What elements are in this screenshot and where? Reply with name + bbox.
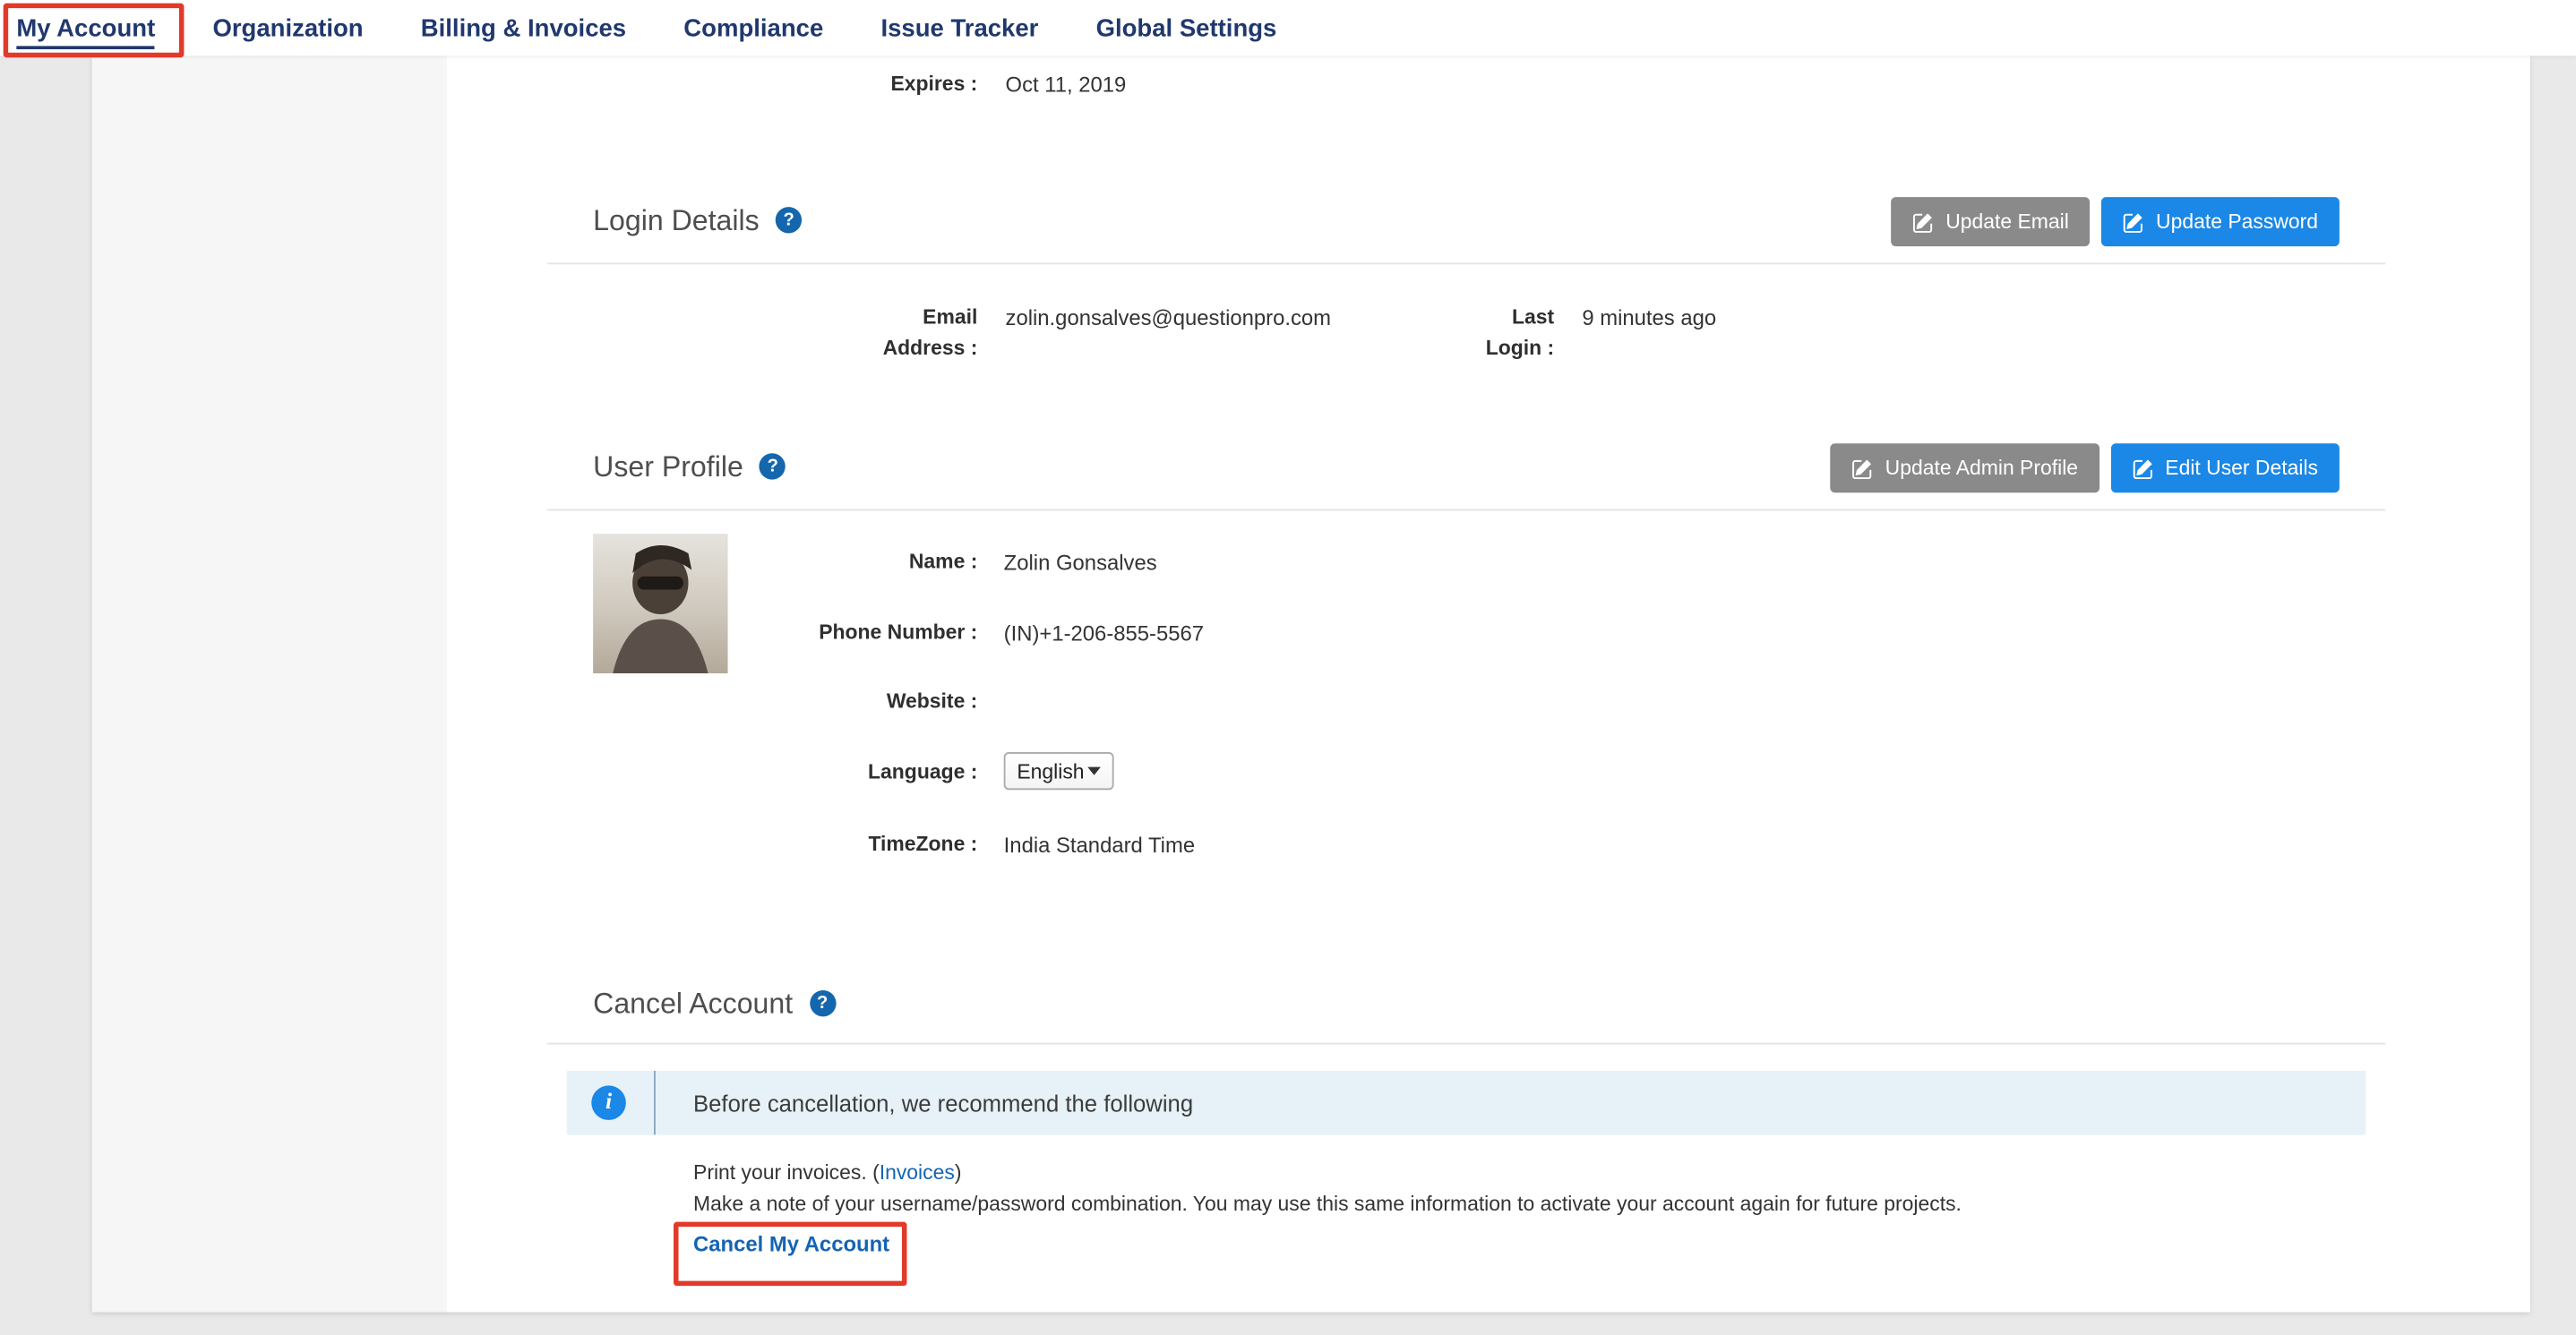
info-icon: i — [591, 1085, 626, 1120]
divider — [547, 509, 2385, 511]
phone-label: Phone Number : — [447, 618, 977, 649]
timezone-value: India Standard Time — [1004, 829, 1195, 860]
phone-value: (IN)+1-206-855-5567 — [1004, 618, 1204, 649]
tab-compliance[interactable]: Compliance — [683, 0, 823, 56]
cancel-account-header: Cancel Account ? — [593, 984, 836, 1023]
update-password-button[interactable]: Update Password — [2102, 197, 2340, 246]
cancel-info-heading: Before cancellation, we recommend the fo… — [693, 1071, 1193, 1135]
invoices-note: Print your invoices. (Invoices) — [693, 1158, 961, 1189]
user-profile-title: User Profile — [593, 449, 743, 484]
user-profile-header: User Profile ? — [593, 447, 786, 486]
language-select[interactable]: English — [1004, 752, 1114, 790]
label-line: Email — [923, 305, 977, 329]
note-text: Print your invoices. ( — [693, 1161, 880, 1185]
note-text: ) — [955, 1161, 962, 1185]
user-profile-actions: Update Admin Profile Edit User Details — [1831, 443, 2340, 492]
edit-icon — [2123, 211, 2144, 233]
cancel-account-title: Cancel Account — [593, 986, 793, 1021]
cancel-info-box: i Before cancellation, we recommend the … — [567, 1071, 2366, 1135]
help-icon[interactable]: ? — [776, 207, 802, 233]
help-icon[interactable]: ? — [810, 990, 836, 1016]
expires-value: Oct 11, 2019 — [1006, 69, 1127, 100]
name-value: Zolin Gonsalves — [1004, 547, 1157, 578]
divider — [654, 1071, 656, 1135]
tab-label: Issue Tracker — [880, 14, 1038, 42]
expires-label: Expires : — [447, 69, 977, 100]
name-label: Name : — [447, 547, 977, 578]
edit-icon — [2133, 458, 2154, 479]
tab-global-settings[interactable]: Global Settings — [1096, 0, 1277, 56]
tab-label: Organization — [212, 14, 363, 42]
edit-user-details-button[interactable]: Edit User Details — [2111, 443, 2340, 492]
invoices-link[interactable]: Invoices — [880, 1161, 955, 1185]
language-select-value: English — [1017, 759, 1084, 783]
email-address-value: zolin.gonsalves@questionpro.com — [1006, 302, 1332, 333]
top-navigation: My Account Organization Billing & Invoic… — [0, 0, 2576, 56]
tab-label: Compliance — [683, 14, 823, 42]
button-label: Update Email — [1945, 210, 2069, 234]
button-label: Update Admin Profile — [1885, 457, 2078, 480]
tab-label: Billing & Invoices — [421, 14, 626, 42]
divider — [547, 1043, 2385, 1045]
login-details-actions: Update Email Update Password — [1892, 197, 2340, 246]
edit-icon — [1852, 458, 1874, 479]
button-label: Edit User Details — [2165, 457, 2318, 480]
timezone-label: TimeZone : — [447, 829, 977, 860]
account-content: Expires : Oct 11, 2019 Login Details ? U… — [447, 56, 2530, 1312]
label-line: Address : — [883, 337, 978, 360]
help-icon[interactable]: ? — [760, 453, 786, 479]
update-admin-profile-button[interactable]: Update Admin Profile — [1831, 443, 2099, 492]
update-email-button[interactable]: Update Email — [1892, 197, 2091, 246]
tab-organization[interactable]: Organization — [212, 0, 363, 56]
chevron-down-icon — [1087, 767, 1101, 775]
tab-label: Global Settings — [1096, 14, 1277, 42]
edit-icon — [1913, 211, 1935, 233]
website-label: Website : — [447, 687, 977, 718]
username-note: Make a note of your username/password co… — [693, 1189, 1962, 1220]
label-line: Last — [1512, 305, 1554, 329]
label-line: Login : — [1486, 337, 1554, 360]
tab-billing-invoices[interactable]: Billing & Invoices — [421, 0, 626, 56]
login-details-header: Login Details ? — [593, 201, 802, 240]
language-label: Language : — [447, 757, 977, 789]
tab-issue-tracker[interactable]: Issue Tracker — [880, 0, 1038, 56]
login-details-title: Login Details — [593, 203, 760, 238]
last-login-label: Last Login : — [1367, 302, 1554, 364]
tab-label: My Account — [16, 14, 155, 42]
tab-my-account[interactable]: My Account — [16, 0, 155, 56]
cancel-my-account-link[interactable]: Cancel My Account — [693, 1232, 889, 1257]
email-address-label: Email Address : — [447, 302, 977, 364]
account-panel: Expires : Oct 11, 2019 Login Details ? U… — [92, 56, 2530, 1312]
last-login-value: 9 minutes ago — [1582, 302, 1716, 333]
divider — [547, 262, 2385, 264]
page: My Account Organization Billing & Invoic… — [0, 0, 2576, 1335]
button-label: Update Password — [2156, 210, 2318, 234]
